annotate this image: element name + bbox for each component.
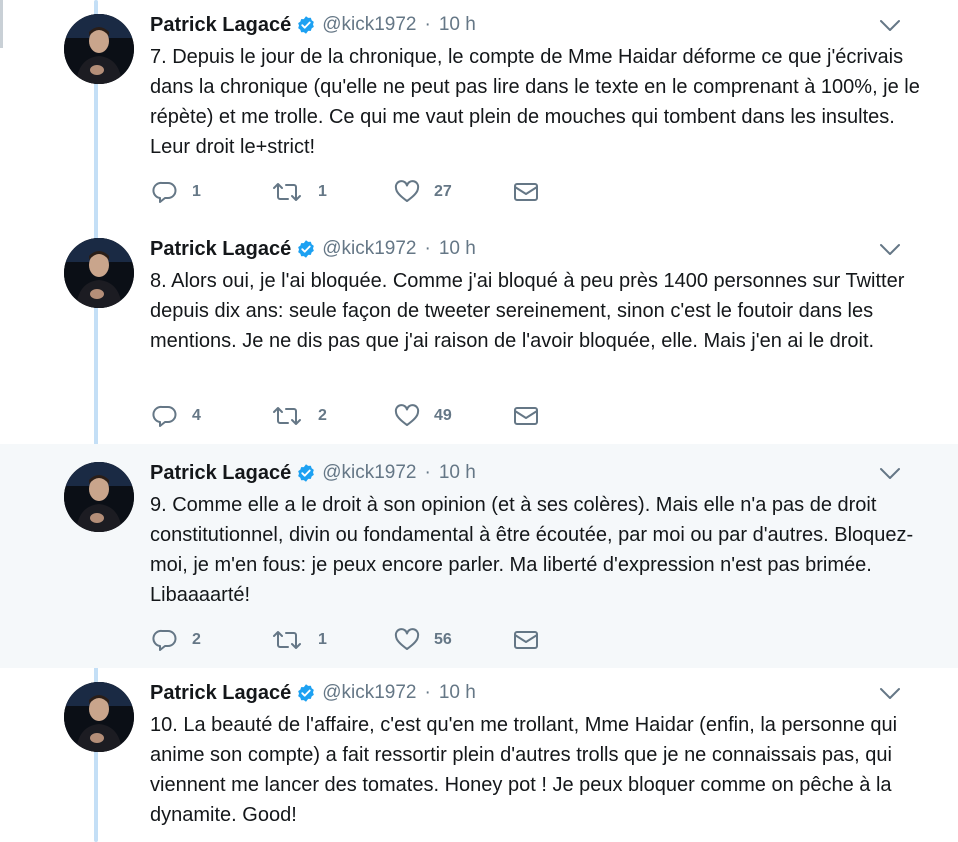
- avatar[interactable]: [64, 238, 134, 308]
- tweet-header: Patrick Lagacé @kick1972 · 10 h: [150, 12, 476, 38]
- reply-button[interactable]: 4: [152, 404, 201, 428]
- direct-message-icon: [512, 180, 540, 204]
- verified-badge-icon: [296, 239, 316, 259]
- retweet-icon: [270, 404, 304, 428]
- tweet-header: Patrick Lagacé @kick1972 · 10 h: [150, 680, 476, 706]
- tweet-item[interactable]: Patrick Lagacé @kick1972 · 10 h 8. Alors…: [0, 224, 958, 444]
- separator-dot: ·: [424, 462, 431, 483]
- heart-icon: [394, 628, 420, 652]
- tweet-text: 8. Alors oui, je l'ai bloquée. Comme j'a…: [150, 270, 905, 352]
- retweet-button[interactable]: 1: [270, 628, 327, 652]
- direct-message-button[interactable]: [512, 404, 540, 428]
- tweet-item[interactable]: Patrick Lagacé @kick1972 · 10 h 7. Depui…: [0, 0, 958, 224]
- verified-badge-icon: [296, 683, 316, 703]
- retweet-count: 1: [318, 183, 327, 200]
- tweet-item[interactable]: Patrick Lagacé @kick1972 · 10 h 10. La b…: [0, 668, 958, 842]
- verified-badge-icon: [296, 15, 316, 35]
- author-handle[interactable]: @kick1972: [322, 462, 416, 484]
- chevron-down-icon[interactable]: [878, 684, 902, 704]
- author-name[interactable]: Patrick Lagacé: [150, 14, 291, 37]
- direct-message-icon: [512, 628, 540, 652]
- chevron-down-icon[interactable]: [878, 240, 902, 260]
- separator-dot: ·: [424, 682, 431, 703]
- author-handle[interactable]: @kick1972: [322, 682, 416, 704]
- tweet-timestamp[interactable]: 10 h: [439, 14, 476, 36]
- avatar[interactable]: [64, 462, 134, 532]
- direct-message-icon: [512, 404, 540, 428]
- tweet-thread: Patrick Lagacé @kick1972 · 10 h 7. Depui…: [0, 0, 958, 842]
- author-name[interactable]: Patrick Lagacé: [150, 238, 291, 261]
- reply-button[interactable]: 1: [152, 180, 201, 204]
- separator-dot: ·: [424, 14, 431, 35]
- tweet-timestamp[interactable]: 10 h: [439, 462, 476, 484]
- avatar[interactable]: [64, 14, 134, 84]
- like-count: 49: [434, 407, 452, 424]
- tweet-text: 10. La beauté de l'affaire, c'est qu'en …: [150, 714, 898, 826]
- direct-message-button[interactable]: [512, 180, 540, 204]
- author-handle[interactable]: @kick1972: [322, 238, 416, 260]
- heart-icon: [394, 404, 420, 428]
- verified-badge-icon: [296, 463, 316, 483]
- like-button[interactable]: 27: [394, 180, 452, 204]
- retweet-icon: [270, 628, 304, 652]
- retweet-button[interactable]: 2: [270, 404, 327, 428]
- retweet-count: 2: [318, 407, 327, 424]
- tweet-text: 9. Comme elle a le droit à son opinion (…: [150, 494, 914, 606]
- retweet-button[interactable]: 1: [270, 180, 327, 204]
- reply-button[interactable]: 2: [152, 628, 201, 652]
- avatar[interactable]: [64, 682, 134, 752]
- tweet-header: Patrick Lagacé @kick1972 · 10 h: [150, 460, 476, 486]
- author-handle[interactable]: @kick1972: [322, 14, 416, 36]
- reply-icon: [152, 404, 178, 428]
- tweet-timestamp[interactable]: 10 h: [439, 238, 476, 260]
- tweet-timestamp[interactable]: 10 h: [439, 682, 476, 704]
- chevron-down-icon[interactable]: [878, 16, 902, 36]
- like-button[interactable]: 49: [394, 404, 452, 428]
- reply-count: 1: [192, 183, 201, 200]
- separator-dot: ·: [424, 238, 431, 259]
- reply-count: 2: [192, 631, 201, 648]
- like-count: 27: [434, 183, 452, 200]
- retweet-count: 1: [318, 631, 327, 648]
- tweet-text: 7. Depuis le jour de la chronique, le co…: [150, 46, 920, 158]
- like-button[interactable]: 56: [394, 628, 452, 652]
- reply-count: 4: [192, 407, 201, 424]
- retweet-icon: [270, 180, 304, 204]
- author-name[interactable]: Patrick Lagacé: [150, 462, 291, 485]
- reply-icon: [152, 180, 178, 204]
- chevron-down-icon[interactable]: [878, 464, 902, 484]
- direct-message-button[interactable]: [512, 628, 540, 652]
- author-name[interactable]: Patrick Lagacé: [150, 682, 291, 705]
- reply-icon: [152, 628, 178, 652]
- heart-icon: [394, 180, 420, 204]
- tweet-header: Patrick Lagacé @kick1972 · 10 h: [150, 236, 476, 262]
- like-count: 56: [434, 631, 452, 648]
- tweet-item-hovered[interactable]: Patrick Lagacé @kick1972 · 10 h 9. Comme…: [0, 444, 958, 668]
